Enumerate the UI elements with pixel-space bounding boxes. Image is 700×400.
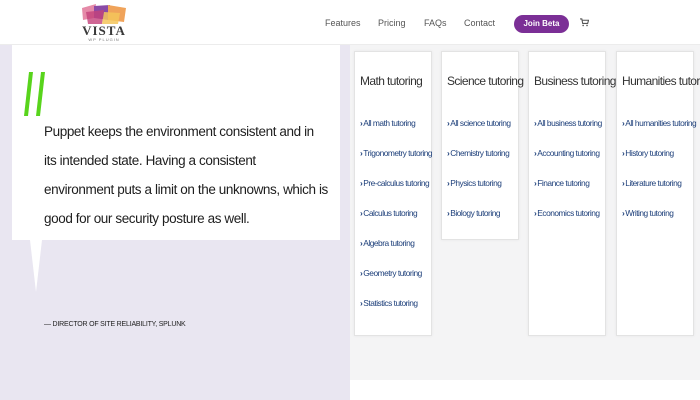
card-link[interactable]: ›All business tutoring bbox=[534, 118, 602, 128]
card-link-label: Chemistry tutoring bbox=[450, 148, 510, 158]
quote-text: Puppet keeps the environment consistent … bbox=[44, 124, 328, 226]
card-link-label: Literature tutoring bbox=[625, 178, 682, 188]
nav-faqs[interactable]: FAQs bbox=[424, 18, 447, 28]
card-link-label: All humanities tutoring bbox=[625, 118, 697, 128]
card-link[interactable]: ›Geometry tutoring bbox=[360, 268, 422, 278]
chevron-right-icon: › bbox=[447, 208, 450, 218]
card-link-label: Trigonometry tutoring bbox=[363, 148, 433, 158]
card-link-label: Biology tutoring bbox=[450, 208, 501, 218]
card-link[interactable]: ›Biology tutoring bbox=[447, 208, 501, 218]
card-link-label: Geometry tutoring bbox=[363, 268, 422, 278]
card-title: Science tutoring bbox=[447, 74, 524, 88]
card-title: Humanities tutoring bbox=[622, 74, 700, 88]
card-title: Business tutoring bbox=[534, 74, 616, 88]
nav-pricing[interactable]: Pricing bbox=[378, 18, 406, 28]
card-link[interactable]: ›Writing tutoring bbox=[622, 208, 674, 218]
card-link-label: Accounting tutoring bbox=[537, 148, 600, 158]
quote-card-tail bbox=[30, 240, 42, 292]
card-link[interactable]: ›Economics tutoring bbox=[534, 208, 600, 218]
chevron-right-icon: › bbox=[622, 118, 625, 128]
chevron-right-icon: › bbox=[360, 268, 363, 278]
card-link[interactable]: ›Trigonometry tutoring bbox=[360, 148, 433, 158]
chevron-right-icon: › bbox=[447, 118, 450, 128]
join-beta-button[interactable]: Join Beta bbox=[514, 15, 569, 33]
quote-mark-icon bbox=[24, 72, 45, 116]
card-link-label: History tutoring bbox=[625, 148, 674, 158]
card-link[interactable]: ›All humanities tutoring bbox=[622, 118, 697, 128]
chevron-right-icon: › bbox=[622, 148, 625, 158]
nav-contact[interactable]: Contact bbox=[464, 18, 495, 28]
nav-features[interactable]: Features bbox=[325, 18, 361, 28]
card-link-label: All math tutoring bbox=[363, 118, 416, 128]
chevron-right-icon: › bbox=[447, 148, 450, 158]
chevron-right-icon: › bbox=[360, 208, 363, 218]
chevron-right-icon: › bbox=[534, 118, 537, 128]
chevron-right-icon: › bbox=[360, 148, 363, 158]
card-link[interactable]: ›Accounting tutoring bbox=[534, 148, 600, 158]
card-link-label: Algebra tutoring bbox=[363, 238, 415, 248]
chevron-right-icon: › bbox=[360, 298, 363, 308]
card-link-label: All business tutoring bbox=[537, 118, 602, 128]
card-link[interactable]: ›All science tutoring bbox=[447, 118, 511, 128]
main-nav: Features Pricing FAQs Contact Join Beta bbox=[0, 0, 700, 45]
card-link-label: Economics tutoring bbox=[537, 208, 600, 218]
card-humanities-tutoring: Humanities tutoring ›All humanities tuto… bbox=[616, 51, 700, 336]
chevron-right-icon: › bbox=[447, 178, 450, 188]
card-link[interactable]: ›Chemistry tutoring bbox=[447, 148, 510, 158]
chevron-right-icon: › bbox=[360, 178, 363, 188]
card-link[interactable]: ›Calculus tutoring bbox=[360, 208, 418, 218]
card-link-label: Calculus tutoring bbox=[363, 208, 418, 218]
site-header: VISTA WP PLUGIN Features Pricing FAQs Co… bbox=[0, 0, 700, 45]
card-title: Math tutoring bbox=[360, 74, 423, 88]
card-link[interactable]: ›Finance tutoring bbox=[534, 178, 590, 188]
card-link[interactable]: ›Literature tutoring bbox=[622, 178, 682, 188]
card-link-label: Statistics tutoring bbox=[363, 298, 418, 308]
chevron-right-icon: › bbox=[360, 238, 363, 248]
card-math-tutoring: Math tutoring ›All math tutoring ›Trigon… bbox=[354, 51, 433, 336]
card-link[interactable]: ›All math tutoring bbox=[360, 118, 416, 128]
card-science-tutoring: Science tutoring ›All science tutoring ›… bbox=[441, 51, 524, 240]
card-link-label: All science tutoring bbox=[450, 118, 511, 128]
card-link[interactable]: ›Pre-calculus tutoring bbox=[360, 178, 430, 188]
card-business-tutoring: Business tutoring ›All business tutoring… bbox=[528, 51, 616, 336]
quote-author: — DIRECTOR OF SITE RELIABILITY, SPLUNK bbox=[44, 321, 186, 328]
chevron-right-icon: › bbox=[534, 178, 537, 188]
card-link[interactable]: ›Algebra tutoring bbox=[360, 238, 415, 248]
chevron-right-icon: › bbox=[622, 178, 625, 188]
chevron-right-icon: › bbox=[360, 118, 363, 128]
card-link[interactable]: ›Statistics tutoring bbox=[360, 298, 418, 308]
card-link[interactable]: ›Physics tutoring bbox=[447, 178, 502, 188]
chevron-right-icon: › bbox=[534, 208, 537, 218]
chevron-right-icon: › bbox=[622, 208, 625, 218]
chevron-right-icon: › bbox=[534, 148, 537, 158]
cart-icon[interactable] bbox=[580, 18, 589, 27]
card-link[interactable]: ›History tutoring bbox=[622, 148, 674, 158]
card-link-label: Finance tutoring bbox=[537, 178, 590, 188]
card-link-label: Pre-calculus tutoring bbox=[363, 178, 430, 188]
card-link-label: Physics tutoring bbox=[450, 178, 502, 188]
card-link-label: Writing tutoring bbox=[625, 208, 674, 218]
